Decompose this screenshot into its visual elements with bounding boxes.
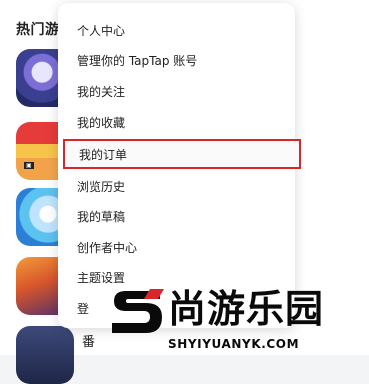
menu-item-browsing-history[interactable]: 浏览历史 xyxy=(58,173,295,201)
hot-games-section-title: 热门游 xyxy=(16,22,60,38)
game-tag-icon: ▣ xyxy=(24,162,34,169)
user-dropdown-menu: 个人中心 管理你的 TapTap 账号 我的关注 我的收藏 我的订单 浏览历史 … xyxy=(58,3,301,328)
menu-item-creator-center[interactable]: 创作者中心 xyxy=(58,234,295,262)
menu-item-drafts[interactable]: 我的草稿 xyxy=(58,203,295,231)
menu-item-following[interactable]: 我的关注 xyxy=(58,78,295,106)
watermark-url: SHYIYUANYK.COM xyxy=(168,337,300,351)
menu-item-my-orders[interactable]: 我的订单 xyxy=(63,139,301,169)
game-title-partial[interactable]: 番 xyxy=(82,331,95,350)
game-icon[interactable] xyxy=(16,326,74,384)
watermark-title: 尚游乐园 xyxy=(168,287,325,331)
menu-item-manage-account[interactable]: 管理你的 TapTap 账号 xyxy=(58,47,295,75)
site-watermark: 尚游乐园 SHYIYUANYK.COM xyxy=(108,285,369,355)
watermark-logo-icon xyxy=(112,289,164,333)
menu-item-personal-center[interactable]: 个人中心 xyxy=(58,17,295,45)
menu-item-favorites[interactable]: 我的收藏 xyxy=(58,109,295,137)
